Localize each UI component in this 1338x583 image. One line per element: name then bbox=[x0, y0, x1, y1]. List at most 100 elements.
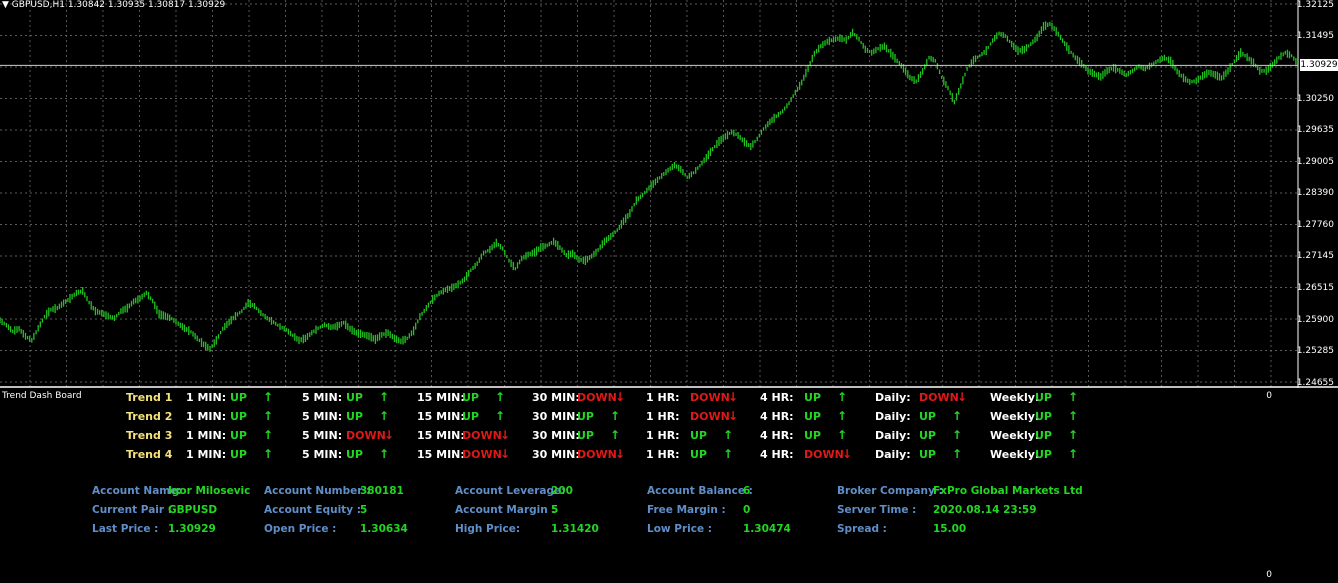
arrow-up-icon: ↑ bbox=[495, 409, 506, 423]
arrow-up-icon: ↑ bbox=[952, 409, 963, 423]
timeframe-label: 1 MIN: bbox=[186, 410, 227, 423]
trend-direction: UP bbox=[1035, 448, 1052, 461]
price-tick-label: 1.29635 bbox=[1296, 125, 1334, 135]
low-price-value: 1.30474 bbox=[743, 523, 791, 535]
timeframe-label: 1 MIN: bbox=[186, 429, 227, 442]
arrow-up-icon: ↑ bbox=[837, 409, 848, 423]
trend-direction: UP bbox=[346, 391, 363, 404]
trend-direction: UP bbox=[462, 391, 479, 404]
arrow-up-icon: ↑ bbox=[263, 409, 274, 423]
arrow-down-icon: ↓ bbox=[728, 409, 739, 423]
timeframe-label: Weekly: bbox=[990, 410, 1040, 423]
price-tick-label: 1.29005 bbox=[1296, 157, 1334, 167]
trend-direction: UP bbox=[230, 391, 247, 404]
price-chart[interactable]: ▼ GBPUSD,H1 1.30842 1.30935 1.30817 1.30… bbox=[0, 0, 1338, 388]
arrow-down-icon: ↓ bbox=[500, 428, 511, 442]
timeframe-label: 5 MIN: bbox=[302, 448, 343, 461]
timeframe-label: 1 MIN: bbox=[186, 448, 227, 461]
indicator-axis-top: 0 bbox=[1266, 391, 1272, 401]
price-tick-label: 1.27760 bbox=[1296, 220, 1334, 230]
low-price-label: Low Price : bbox=[647, 523, 712, 535]
trend-direction: UP bbox=[1035, 391, 1052, 404]
price-tick-label: 1.25285 bbox=[1296, 346, 1334, 356]
timeframe-label: Daily: bbox=[875, 448, 911, 461]
trend-direction: UP bbox=[230, 448, 247, 461]
chart-canvas[interactable] bbox=[0, 0, 1338, 388]
timeframe-label: 4 HR: bbox=[760, 391, 794, 404]
trend-direction: DOWN bbox=[462, 448, 502, 461]
arrow-up-icon: ↑ bbox=[263, 428, 274, 442]
trend-direction: DOWN bbox=[690, 391, 730, 404]
timeframe-label: 5 MIN: bbox=[302, 429, 343, 442]
price-tick-label: 1.24655 bbox=[1296, 378, 1334, 388]
trend-direction: DOWN bbox=[690, 410, 730, 423]
arrow-up-icon: ↑ bbox=[1068, 409, 1079, 423]
trend-direction: UP bbox=[577, 410, 594, 423]
timeframe-label: 15 MIN: bbox=[417, 448, 465, 461]
open-price-label: Open Price : bbox=[264, 523, 337, 535]
spread-label: Spread : bbox=[837, 523, 887, 535]
trend-row-name: Trend 1 bbox=[126, 391, 173, 404]
collapse-triangle-icon[interactable]: ▼ bbox=[2, 0, 9, 10]
trend-direction: DOWN bbox=[919, 391, 959, 404]
current-price-tag: 1.30929 bbox=[1300, 59, 1338, 71]
high-price-label: High Price: bbox=[455, 523, 521, 535]
indicator-title: Trend Dash Board bbox=[2, 391, 82, 401]
open-price-value: 1.30634 bbox=[360, 523, 408, 535]
arrow-down-icon: ↓ bbox=[384, 428, 395, 442]
arrow-down-icon: ↓ bbox=[842, 447, 853, 461]
trend-direction: DOWN bbox=[577, 448, 617, 461]
arrow-up-icon: ↑ bbox=[952, 428, 963, 442]
account-margin-value: 5 bbox=[551, 504, 559, 516]
price-tick-label: 1.28390 bbox=[1296, 188, 1334, 198]
trend-direction: UP bbox=[690, 448, 707, 461]
timeframe-label: 4 HR: bbox=[760, 410, 794, 423]
account-leverage-value: 200 bbox=[551, 485, 573, 497]
trend-direction: UP bbox=[346, 448, 363, 461]
trend-direction: UP bbox=[230, 410, 247, 423]
account-balance-label: Account Balance : bbox=[647, 485, 753, 497]
server-time-value: 2020.08.14 23:59 bbox=[933, 504, 1037, 516]
arrow-down-icon: ↓ bbox=[957, 390, 968, 404]
account-margin-label: Account Margin : bbox=[455, 504, 556, 516]
indicator-pane[interactable]: Trend Dash Board 0 0 Trend 11 MIN: UP ↑ 5 M… bbox=[0, 388, 1300, 583]
trend-row-name: Trend 3 bbox=[126, 429, 173, 442]
account-number-value: 380181 bbox=[360, 485, 404, 497]
trend-direction: UP bbox=[919, 429, 936, 442]
current-pair-value: GBPUSD bbox=[168, 504, 218, 516]
arrow-up-icon: ↑ bbox=[723, 447, 734, 461]
free-margin-label: Free Margin : bbox=[647, 504, 726, 516]
arrow-up-icon: ↑ bbox=[837, 428, 848, 442]
arrow-up-icon: ↑ bbox=[495, 390, 506, 404]
account-balance-value: 6 bbox=[743, 485, 751, 497]
last-price-value: 1.30929 bbox=[168, 523, 216, 535]
arrow-up-icon: ↑ bbox=[952, 447, 963, 461]
timeframe-label: 1 HR: bbox=[646, 410, 680, 423]
high-price-value: 1.31420 bbox=[551, 523, 599, 535]
price-tick-label: 1.26515 bbox=[1296, 283, 1334, 293]
timeframe-label: 1 HR: bbox=[646, 429, 680, 442]
spread-value: 15.00 bbox=[933, 523, 967, 535]
arrow-up-icon: ↑ bbox=[379, 390, 390, 404]
current-pair-label: Current Pair : bbox=[92, 504, 172, 516]
timeframe-label: Daily: bbox=[875, 410, 911, 423]
timeframe-label: 15 MIN: bbox=[417, 391, 465, 404]
account-name-value: Igor Milosevic bbox=[168, 485, 251, 497]
price-tick-label: 1.32125 bbox=[1296, 0, 1334, 10]
indicator-axis-bottom: 0 bbox=[1266, 570, 1272, 580]
timeframe-label: 4 HR: bbox=[760, 429, 794, 442]
trend-direction: DOWN bbox=[462, 429, 502, 442]
trend-direction: UP bbox=[804, 429, 821, 442]
timeframe-label: 15 MIN: bbox=[417, 429, 465, 442]
trend-direction: UP bbox=[577, 429, 594, 442]
arrow-up-icon: ↑ bbox=[379, 447, 390, 461]
timeframe-label: 1 HR: bbox=[646, 391, 680, 404]
timeframe-label: Daily: bbox=[875, 429, 911, 442]
trend-direction: UP bbox=[1035, 410, 1052, 423]
timeframe-label: Daily: bbox=[875, 391, 911, 404]
trend-row-name: Trend 2 bbox=[126, 410, 173, 423]
arrow-down-icon: ↓ bbox=[500, 447, 511, 461]
arrow-up-icon: ↑ bbox=[1068, 390, 1079, 404]
arrow-up-icon: ↑ bbox=[1068, 447, 1079, 461]
arrow-down-icon: ↓ bbox=[615, 447, 626, 461]
